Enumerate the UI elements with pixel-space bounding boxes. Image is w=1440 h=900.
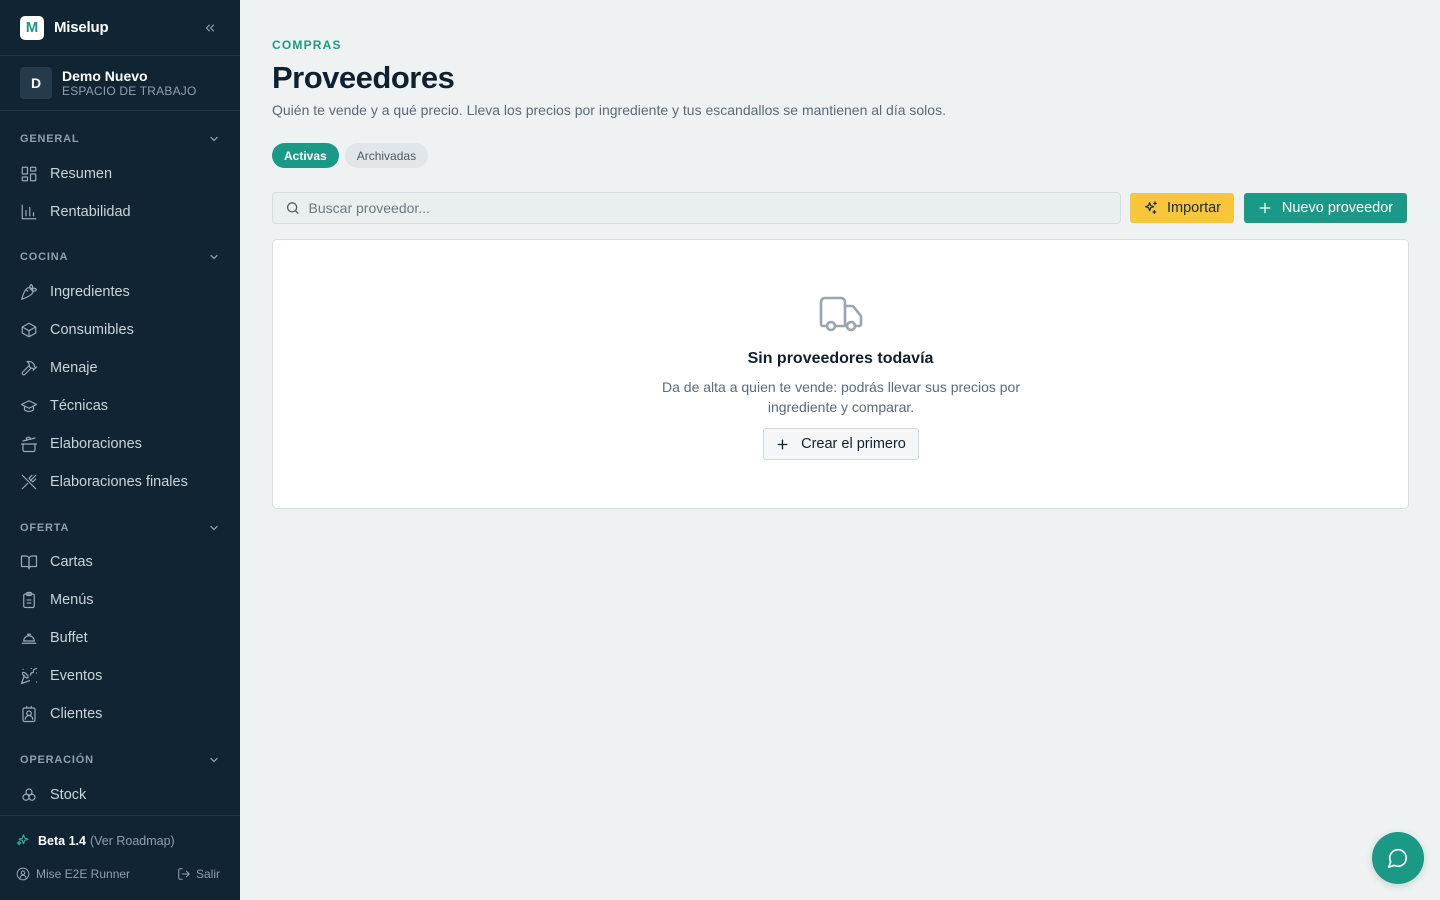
sidebar-item-clientes[interactable]: Clientes — [0, 695, 240, 733]
section-operacion-toggle[interactable]: OPERACIÓN — [0, 751, 240, 769]
brand-header: M Miselup — [0, 0, 240, 56]
user-circle-icon — [16, 867, 30, 881]
sidebar-item-elaboraciones[interactable]: Elaboraciones — [0, 425, 240, 463]
sidebar-footer: Beta 1.4 (Ver Roadmap) Mise E2E Runner S… — [0, 815, 240, 900]
sidebar-item-label: Cartas — [50, 554, 93, 570]
sparkles-icon — [16, 834, 29, 846]
sidebar-item-menus[interactable]: Menús — [0, 581, 240, 619]
empty-state-title: Sin proveedores todavía — [747, 350, 934, 367]
search-icon — [286, 202, 299, 214]
sidebar-item-stock[interactable]: Stock — [0, 776, 240, 814]
sidebar-item-resumen[interactable]: Resumen — [0, 155, 240, 193]
section-oferta-toggle[interactable]: OFERTA — [0, 519, 240, 537]
truck-icon — [819, 296, 863, 332]
sidebar-item-label: Menaje — [50, 360, 98, 376]
bar-chart-icon — [20, 203, 38, 221]
sidebar-item-label: Técnicas — [50, 398, 109, 414]
page-title: Proveedores — [272, 60, 455, 95]
roadmap-link[interactable]: (Ver Roadmap) — [90, 834, 175, 848]
sidebar: M Miselup D Demo Nuevo ESPACIO DE TRABAJ… — [0, 0, 240, 900]
chevrons-left-icon — [205, 24, 215, 31]
tab-activas[interactable]: Activas — [272, 143, 339, 168]
search-input[interactable] — [308, 200, 1108, 216]
plus-icon — [1259, 202, 1271, 214]
chevron-down-icon — [210, 136, 218, 142]
chevron-down-icon — [210, 525, 218, 531]
dashboard-icon — [20, 165, 38, 183]
sidebar-item-eventos[interactable]: Eventos — [0, 657, 240, 695]
import-button[interactable]: Importar — [1130, 193, 1234, 223]
box-icon — [20, 321, 38, 339]
section-operacion-label: OPERACIÓN — [20, 754, 94, 766]
sidebar-item-buffet[interactable]: Buffet — [0, 619, 240, 657]
graduation-cap-icon — [20, 397, 38, 415]
search-box — [272, 192, 1121, 224]
chat-button[interactable] — [1372, 832, 1424, 884]
book-open-icon — [20, 553, 38, 571]
breadcrumb: COMPRAS — [272, 38, 342, 52]
sparkles-icon — [1145, 201, 1157, 214]
collapse-sidebar-button[interactable] — [200, 18, 220, 38]
brand-logo[interactable]: M — [20, 15, 44, 40]
page-description: Quién te vende y a qué precio. Lleva los… — [272, 102, 946, 118]
sidebar-item-label: Buffet — [50, 630, 88, 646]
sidebar-item-cartas[interactable]: Cartas — [0, 543, 240, 581]
tab-archivadas[interactable]: Archivadas — [344, 143, 429, 168]
utensils-icon — [20, 473, 38, 491]
import-button-label: Importar — [1167, 200, 1221, 216]
workspace-switcher[interactable]: D Demo Nuevo ESPACIO DE TRABAJO — [0, 56, 240, 111]
sidebar-item-label: Stock — [50, 787, 87, 803]
sidebar-item-label: Elaboraciones — [50, 436, 142, 452]
status-tabs: Activas Archivadas — [272, 143, 429, 168]
new-supplier-button-label: Nuevo proveedor — [1281, 200, 1394, 216]
section-general-label: GENERAL — [20, 133, 80, 145]
create-first-button-label: Crear el primero — [801, 436, 906, 452]
sidebar-item-menaje[interactable]: Menaje — [0, 349, 240, 387]
create-first-button[interactable]: Crear el primero — [763, 428, 919, 460]
party-popper-icon — [20, 667, 38, 685]
chevron-down-icon — [210, 254, 218, 260]
sidebar-item-rentabilidad[interactable]: Rentabilidad — [0, 193, 240, 231]
message-circle-icon — [1388, 848, 1408, 868]
workspace-name: Demo Nuevo — [62, 67, 148, 84]
hammer-icon — [20, 359, 38, 377]
sidebar-item-label: Elaboraciones finales — [50, 474, 188, 490]
cooking-pot-icon — [20, 435, 38, 453]
workspace-subtitle: ESPACIO DE TRABAJO — [62, 83, 197, 98]
sidebar-item-ingredientes[interactable]: Ingredientes — [0, 273, 240, 311]
empty-state-description: Da de alta a quien te vende: podrás llev… — [662, 379, 1020, 415]
plus-icon — [777, 439, 788, 449]
sidebar-item-tecnicas[interactable]: Técnicas — [0, 387, 240, 425]
empty-state-card: Sin proveedores todavía Da de alta a qui… — [272, 239, 1409, 509]
sidebar-item-label: Ingredientes — [50, 284, 130, 300]
workspace-avatar: D — [20, 67, 52, 99]
section-cocina-label: COCINA — [20, 251, 69, 263]
logout-label: Salir — [195, 867, 220, 881]
sidebar-item-label: Consumibles — [50, 322, 134, 338]
sidebar-item-elaboraciones-finales[interactable]: Elaboraciones finales — [0, 463, 240, 501]
carrot-icon — [20, 283, 38, 301]
contact-icon — [20, 705, 38, 723]
section-cocina-toggle[interactable]: COCINA — [0, 248, 240, 266]
clipboard-icon — [20, 591, 38, 609]
beta-version: Beta 1.4 — [38, 833, 86, 848]
sidebar-item-label: Resumen — [50, 166, 113, 182]
sidebar-item-label: Rentabilidad — [50, 204, 131, 220]
sidebar-item-consumibles[interactable]: Consumibles — [0, 311, 240, 349]
brand-name[interactable]: Miselup — [54, 19, 109, 36]
sidebar-item-label: Eventos — [50, 668, 103, 684]
stock-icon — [20, 786, 38, 804]
toolbar: Importar Nuevo proveedor — [272, 192, 1408, 224]
new-supplier-button[interactable]: Nuevo proveedor — [1244, 193, 1407, 223]
section-general-toggle[interactable]: GENERAL — [0, 130, 240, 148]
log-out-icon — [178, 868, 190, 880]
user-name[interactable]: Mise E2E Runner — [36, 867, 130, 881]
sidebar-item-label: Menús — [50, 592, 94, 608]
cloche-icon — [20, 629, 38, 647]
sidebar-item-label: Clientes — [50, 706, 103, 722]
section-oferta-label: OFERTA — [20, 522, 70, 534]
logout-button[interactable]: Salir — [177, 867, 220, 881]
chevron-down-icon — [210, 757, 218, 763]
